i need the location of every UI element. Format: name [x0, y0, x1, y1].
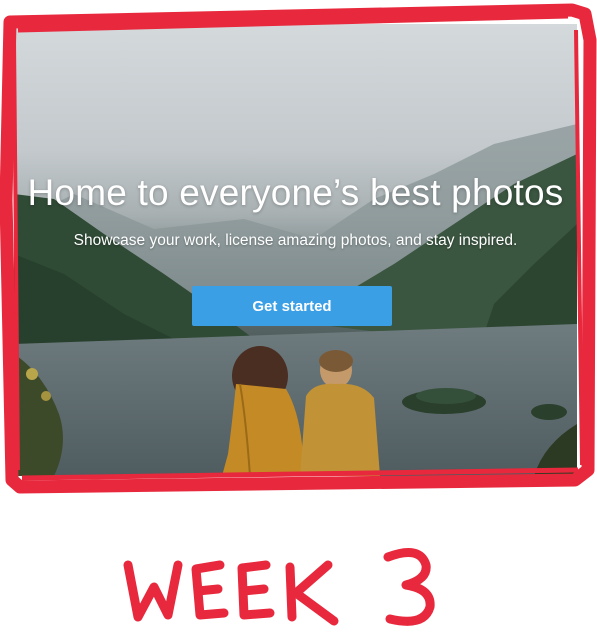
hand-drawn-frame — [0, 3, 597, 494]
handwritten-caption — [120, 535, 490, 630]
sketch-frame: Home to everyone’s best photos Showcase … — [0, 0, 597, 633]
week-3-lettering — [123, 548, 435, 626]
